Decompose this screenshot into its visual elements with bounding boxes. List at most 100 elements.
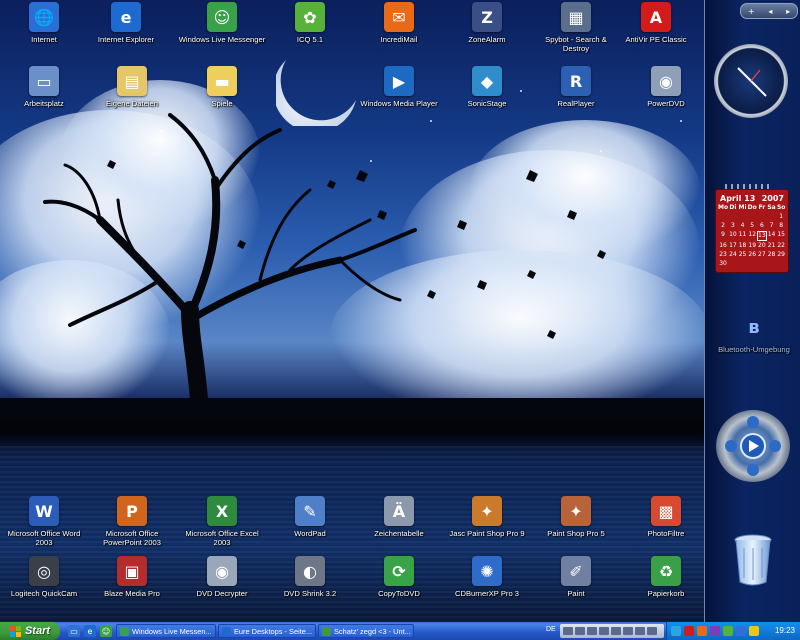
- calendar-day[interactable]: 2: [718, 222, 728, 230]
- volume-icon[interactable]: [749, 626, 759, 636]
- task-messenger[interactable]: Windows Live Messen...: [116, 624, 216, 638]
- bluetooth-shortcut[interactable]: ʙ Bluetooth-Umgebung: [716, 312, 792, 355]
- photofiltre-icon: ▩: [651, 496, 681, 526]
- calendar-day[interactable]: 30: [718, 260, 728, 268]
- desktop-icon[interactable]: ▬ Spiele: [178, 66, 266, 108]
- calendar-day[interactable]: 21: [767, 242, 777, 250]
- calendar-gadget[interactable]: April 13 2007 Mo Di Mi Do Fr Sa So 1 2 3 4 5 6 7 8 9 10 1…: [715, 189, 789, 273]
- network-icon[interactable]: [671, 626, 681, 636]
- calendar-day[interactable]: 20: [757, 242, 767, 250]
- calendar-day[interactable]: 11: [738, 231, 748, 241]
- antivir-tray-icon[interactable]: [684, 626, 694, 636]
- calendar-day[interactable]: 26: [747, 251, 757, 259]
- desktop-icon[interactable]: ▦ Spybot - Search & Destroy: [532, 2, 620, 53]
- desktop-icon[interactable]: W Microsoft Office Word 2003: [0, 496, 88, 547]
- desktop-icon[interactable]: ✺ CDBurnerXP Pro 3: [443, 556, 531, 598]
- desktop-icon[interactable]: ◐ DVD Shrink 3.2: [266, 556, 354, 598]
- calendar-day[interactable]: 19: [747, 242, 757, 250]
- media-player-gadget[interactable]: [716, 410, 790, 482]
- incredimail-tray-icon[interactable]: [697, 626, 707, 636]
- desktop-icon[interactable]: ♻ Papierkorb: [622, 556, 704, 598]
- taskbar-clock[interactable]: 19:23: [775, 626, 795, 635]
- desktop-icon[interactable]: Ä Zeichentabelle: [355, 496, 443, 538]
- wmp-button[interactable]: [575, 627, 585, 635]
- wmp-button[interactable]: [587, 627, 597, 635]
- calendar-month: April 13: [720, 194, 756, 203]
- sidebar-add-button[interactable]: +: [748, 7, 755, 16]
- calendar-day[interactable]: 10: [728, 231, 738, 241]
- desktop-icon[interactable]: ▤ Eigene Dateien: [88, 66, 176, 108]
- desktop-icon[interactable]: e Internet Explorer: [82, 2, 170, 44]
- quicklaunch-ie-icon[interactable]: e: [84, 625, 96, 637]
- calendar-day: [747, 213, 757, 221]
- calendar-day[interactable]: 8: [776, 222, 786, 230]
- calendar-day[interactable]: 25: [738, 251, 748, 259]
- desktop-icon[interactable]: ✦ Paint Shop Pro 5: [532, 496, 620, 538]
- desktop-icon[interactable]: ✉ IncrediMail: [355, 2, 443, 44]
- calendar-day[interactable]: 16: [718, 242, 728, 250]
- wmp-button[interactable]: [563, 627, 573, 635]
- wmp-toolbar[interactable]: [560, 624, 664, 638]
- task-browser[interactable]: Eure Desktops - Seite...: [218, 624, 316, 638]
- desktop-icon[interactable]: ▭ Arbeitsplatz: [0, 66, 88, 108]
- bluetooth-tray-icon[interactable]: [736, 626, 746, 636]
- desktop-icon[interactable]: ☺ Windows Live Messenger: [178, 2, 266, 44]
- start-button[interactable]: Start: [0, 622, 60, 640]
- wmp-button[interactable]: [635, 627, 645, 635]
- calendar-day[interactable]: 28: [767, 251, 777, 259]
- calendar-day[interactable]: 4: [738, 222, 748, 230]
- desktop-icon[interactable]: P Microsoft Office PowerPoint 2003: [88, 496, 176, 547]
- desktop-icon[interactable]: X Microsoft Office Excel 2003: [178, 496, 266, 547]
- calendar-day[interactable]: 27: [757, 251, 767, 259]
- calendar-day[interactable]: 13: [757, 231, 767, 241]
- wmp-button[interactable]: [611, 627, 621, 635]
- desktop-icon-label: CDBurnerXP Pro 3: [454, 589, 519, 598]
- calendar-day[interactable]: 15: [776, 231, 786, 241]
- desktop-icon[interactable]: ✎ WordPad: [266, 496, 354, 538]
- desktop-icon[interactable]: ✦ Jasc Paint Shop Pro 9: [443, 496, 531, 538]
- quicklaunch-desktop-icon[interactable]: ▭: [68, 625, 80, 637]
- calendar-day[interactable]: 29: [776, 251, 786, 259]
- desktop-icon[interactable]: ⟳ CopyToDVD: [355, 556, 443, 598]
- desktop-icon[interactable]: ✿ ICQ 5.1: [266, 2, 354, 44]
- calendar-day[interactable]: 1: [776, 213, 786, 221]
- calendar-day[interactable]: 5: [747, 222, 757, 230]
- desktop-icon[interactable]: ◆ SonicStage: [443, 66, 531, 108]
- desktop-icon-label: RealPlayer: [557, 99, 595, 108]
- calendar-day[interactable]: 12: [747, 231, 757, 241]
- desktop-icon[interactable]: ▣ Blaze Media Pro: [88, 556, 176, 598]
- calendar-day[interactable]: 3: [728, 222, 738, 230]
- desktop-icon[interactable]: ▶ Windows Media Player: [355, 66, 443, 108]
- desktop-icon[interactable]: R RealPlayer: [532, 66, 620, 108]
- wmp-button[interactable]: [647, 627, 657, 635]
- calendar-day[interactable]: 22: [776, 242, 786, 250]
- language-indicator[interactable]: DE: [546, 626, 556, 633]
- calendar-day[interactable]: 6: [757, 222, 767, 230]
- desktop-icon[interactable]: ◉ PowerDVD: [622, 66, 704, 108]
- wmp-button[interactable]: [623, 627, 633, 635]
- messenger-icon: [120, 626, 129, 636]
- desktop-icon[interactable]: ◎ Logitech QuickCam: [0, 556, 88, 598]
- calendar-day[interactable]: 14: [767, 231, 777, 241]
- calendar-day[interactable]: 23: [718, 251, 728, 259]
- tray-app-icon[interactable]: [710, 626, 720, 636]
- wmp-button[interactable]: [599, 627, 609, 635]
- calendar-day[interactable]: 17: [728, 242, 738, 250]
- calendar-day[interactable]: 24: [728, 251, 738, 259]
- desktop-icon[interactable]: ▩ PhotoFiltre: [622, 496, 704, 538]
- calendar-day[interactable]: 9: [718, 231, 728, 241]
- desktop-icon[interactable]: Z ZoneAlarm: [443, 2, 531, 44]
- desktop-icon[interactable]: ✐ Paint: [532, 556, 620, 598]
- sidebar-prev-button[interactable]: ◂: [768, 7, 772, 16]
- quicklaunch-messenger-icon[interactable]: ☺: [100, 625, 112, 637]
- task-chat[interactable]: Schatz' zegd <3 - Unt...: [318, 624, 414, 638]
- calendar-day[interactable]: 7: [767, 222, 777, 230]
- sidebar-controls[interactable]: + ◂ ▸: [740, 3, 798, 19]
- desktop-icon[interactable]: A AntiVir PE Classic: [612, 2, 700, 44]
- sidebar-next-button[interactable]: ▸: [786, 7, 790, 16]
- desktop-icon[interactable]: 🌐 Internet: [0, 2, 88, 44]
- recycle-bin-icon[interactable]: [728, 530, 778, 590]
- calendar-day[interactable]: 18: [738, 242, 748, 250]
- icq-tray-icon[interactable]: [723, 626, 733, 636]
- desktop-icon[interactable]: ◉ DVD Decrypter: [178, 556, 266, 598]
